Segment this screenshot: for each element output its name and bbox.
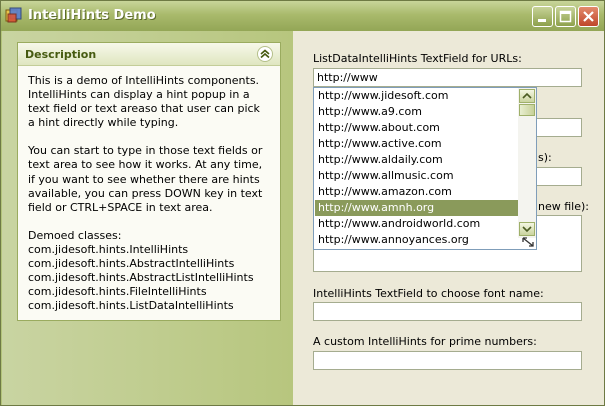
window-title: IntelliHints Demo [28,8,156,23]
field-4-label-tail: new file): [538,200,589,213]
scroll-up-button[interactable] [519,89,535,103]
hint-item-selected[interactable]: http://www.amnh.org [315,200,518,216]
maximize-button[interactable] [555,6,576,27]
close-icon [583,11,594,22]
description-paragraph-2: You can start to type in those text fiel… [28,144,263,214]
description-panel: Description This is a demo of IntelliHin… [17,42,281,321]
minimize-icon [538,19,546,22]
arrow-up-icon [522,92,532,99]
url-field-label: ListDataIntelliHints TextField for URLs: [313,52,522,65]
hint-item[interactable]: http://www.androidworld.com [315,216,518,232]
description-paragraph-1: This is a demo of IntelliHints component… [28,74,260,130]
hint-item[interactable]: http://www.allmusic.com [315,168,518,184]
class-item: com.jidesoft.hints.FileIntelliHints [28,285,207,299]
arrow-down-icon [522,226,532,233]
font-field-label: IntelliHints TextField to choose font na… [313,287,544,300]
hint-list: http://www.jidesoft.com http://www.a9.co… [315,88,518,248]
hint-item[interactable]: http://www.amazon.com [315,184,518,200]
class-item: com.jidesoft.hints.ListDataIntelliHints [28,299,234,313]
hint-item[interactable]: http://www.active.com [315,136,518,152]
class-item: com.jidesoft.hints.IntelliHints [28,242,189,256]
hint-item[interactable]: http://www.about.com [315,120,518,136]
scroll-down-button[interactable] [519,222,535,236]
hint-item[interactable]: http://www.a9.com [315,104,518,120]
field-3-label-tail: s): [538,151,552,164]
description-title: Description [25,48,97,61]
prime-field-label: A custom IntelliHints for prime numbers: [313,335,537,348]
resize-grip-icon[interactable] [521,236,535,248]
hint-item[interactable]: http://www.jidesoft.com [315,88,518,104]
title-bar[interactable]: IntelliHints Demo [1,1,604,31]
url-input[interactable]: http://www [313,68,582,87]
collapse-button[interactable] [257,46,273,62]
maximize-icon [559,10,572,23]
classes-heading: Demoed classes: [28,228,122,242]
app-window: IntelliHints Demo Description This is a … [0,0,605,406]
app-icon [5,7,22,23]
font-input[interactable] [313,302,582,321]
double-chevron-up-icon [260,49,270,59]
hint-scrollbar[interactable] [518,88,536,238]
class-item: com.jidesoft.hints.AbstractIntelliHints [28,257,235,271]
minimize-button[interactable] [532,6,553,27]
close-button[interactable] [578,6,599,27]
class-item: com.jidesoft.hints.AbstractListIntelliHi… [28,271,254,285]
description-body: This is a demo of IntelliHints component… [18,66,280,321]
prime-input[interactable] [313,351,582,370]
hint-item[interactable]: http://www.annoyances.org [315,232,518,248]
scroll-thumb[interactable] [519,104,535,116]
hint-item[interactable]: http://www.aldaily.com [315,152,518,168]
hint-popup: http://www.jidesoft.com http://www.a9.co… [313,87,537,250]
description-header[interactable]: Description [18,43,280,66]
